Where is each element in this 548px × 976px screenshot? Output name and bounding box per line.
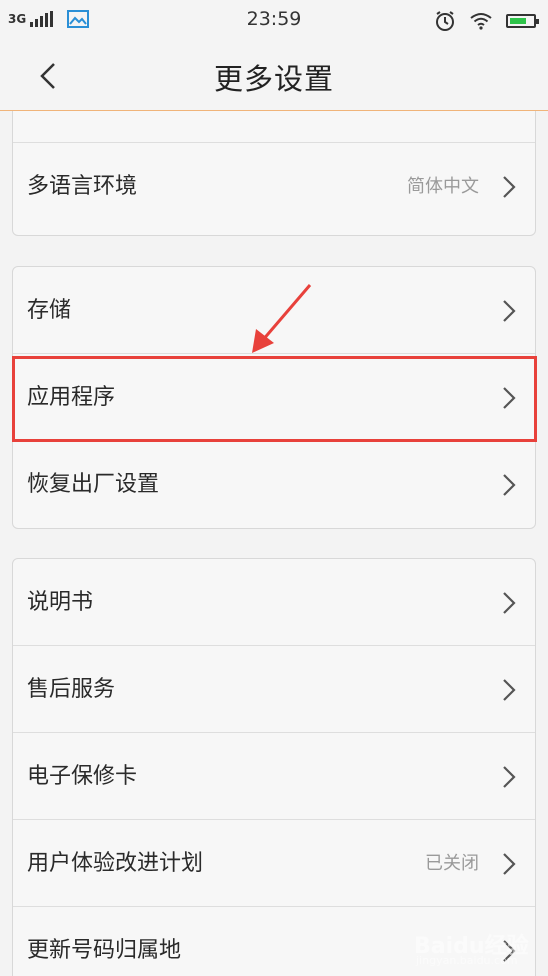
wifi-icon [470, 13, 492, 30]
row-label: 应用程序 [27, 385, 116, 410]
row-value: 简体中文 [407, 176, 479, 197]
chevron-right-icon [503, 592, 516, 614]
list-item[interactable] [13, 111, 535, 143]
status-bar: 3G 23:59 [0, 0, 548, 40]
row-label: 多语言环境 [27, 174, 138, 199]
chevron-right-icon [503, 474, 516, 496]
row-label: 售后服务 [27, 677, 116, 702]
list-item-language[interactable]: 多语言环境 简体中文 [13, 143, 535, 230]
row-label: 更新号码归属地 [27, 938, 182, 963]
row-value: 已关闭 [425, 853, 479, 874]
row-label: 电子保修卡 [27, 764, 138, 789]
list-item-factory-reset[interactable]: 恢复出厂设置 [13, 441, 535, 528]
chevron-right-icon [503, 387, 516, 409]
settings-group-2: 存储 应用程序 恢复出厂设置 [12, 266, 536, 529]
alarm-icon [436, 11, 454, 31]
watermark-url: jingyan.baidu.com [416, 954, 518, 967]
chevron-right-icon [503, 766, 516, 788]
list-item-warranty-card[interactable]: 电子保修卡 [13, 733, 535, 820]
chevron-right-icon [503, 679, 516, 701]
list-item-storage[interactable]: 存储 [13, 267, 535, 354]
chevron-right-icon [503, 300, 516, 322]
list-item-manual[interactable]: 说明书 [13, 559, 535, 646]
row-label: 说明书 [27, 590, 94, 615]
chevron-right-icon [503, 853, 516, 875]
title-bar: 更多设置 [0, 40, 548, 111]
row-label: 存储 [27, 298, 72, 323]
chevron-right-icon [503, 176, 516, 198]
settings-list[interactable]: 多语言环境 简体中文 存储 应用程序 恢复出厂设置 说明书 售后服务 电子保修卡… [0, 111, 548, 976]
settings-group-1: 多语言环境 简体中文 [12, 111, 536, 236]
row-label: 恢复出厂设置 [27, 472, 160, 497]
battery-icon [506, 14, 539, 28]
list-item-after-sales[interactable]: 售后服务 [13, 646, 535, 733]
settings-group-3: 说明书 售后服务 电子保修卡 用户体验改进计划 已关闭 更新号码归属地 [12, 558, 536, 976]
row-label: 用户体验改进计划 [27, 851, 204, 876]
watermark-logo: Baidu经验 jingyan.baidu.com [414, 924, 534, 968]
page-title: 更多设置 [213, 62, 334, 96]
list-item-ux-improvement[interactable]: 用户体验改进计划 已关闭 [13, 820, 535, 907]
list-item-applications[interactable]: 应用程序 [13, 354, 535, 441]
